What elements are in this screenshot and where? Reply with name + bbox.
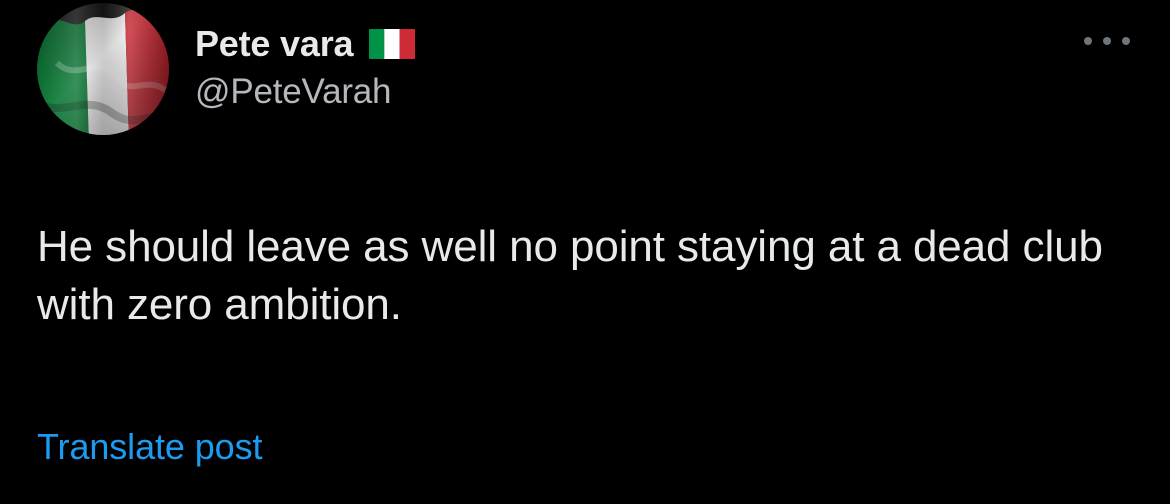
author-avatar[interactable] [37,3,169,135]
italy-flag-avatar-icon [37,3,169,135]
more-horizontal-icon-dot [1103,37,1111,45]
more-horizontal-icon-dot [1122,37,1130,45]
post-text: He should leave as well no point staying… [37,222,1103,329]
author-display-name[interactable]: Pete vara [195,23,354,65]
name-row: Pete vara [195,22,416,66]
more-options-button[interactable] [1084,30,1130,52]
translate-post-link[interactable]: Translate post [37,426,262,468]
author-handle[interactable]: @PeteVarah [195,72,415,112]
post-card: Pete vara @PeteVarah He should leave as … [0,0,1170,504]
author-info: Pete vara @PeteVarah [195,22,416,112]
italy-flag-icon [369,29,416,59]
more-horizontal-icon [1084,37,1092,45]
